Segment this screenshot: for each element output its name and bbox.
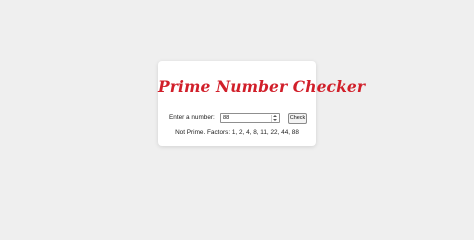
- prime-checker-card: Prime Number Checker Enter a number: 88 …: [158, 61, 366, 146]
- number-input-value[interactable]: 88: [223, 115, 229, 121]
- number-input[interactable]: 88: [220, 113, 280, 123]
- spin-down-icon[interactable]: [273, 119, 277, 121]
- spin-up-icon[interactable]: [273, 115, 277, 117]
- result-text: Not Prime. Factors: 1, 2, 4, 8, 11, 22, …: [175, 129, 299, 136]
- number-spinner[interactable]: [271, 114, 278, 122]
- check-button[interactable]: Check: [288, 113, 307, 124]
- input-row: Enter a number: 88 Check: [169, 113, 309, 125]
- number-input-label: Enter a number:: [169, 114, 215, 121]
- page-title: Prime Number Checker: [158, 77, 366, 96]
